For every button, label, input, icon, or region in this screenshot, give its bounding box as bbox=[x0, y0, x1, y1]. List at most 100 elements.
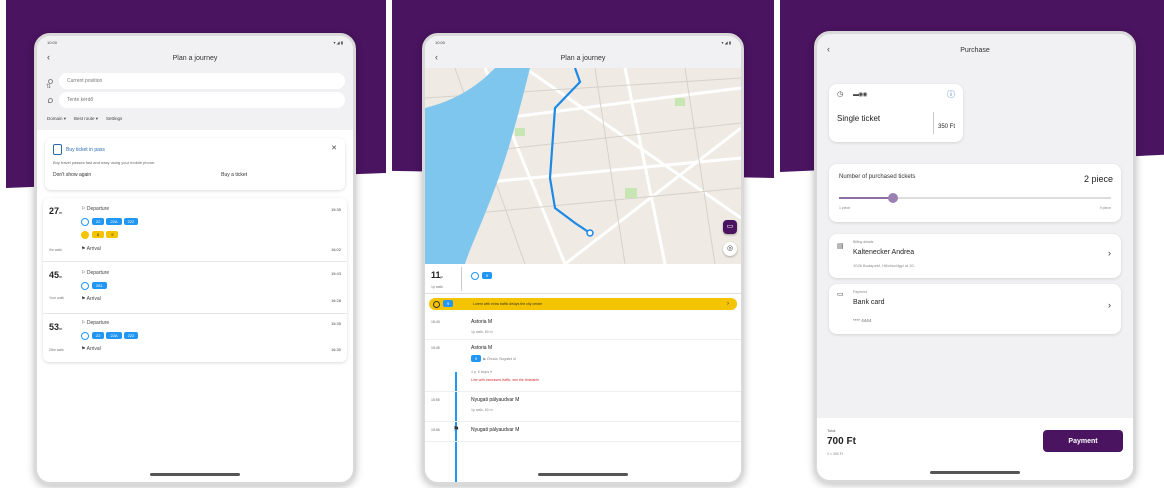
billing-address: 1026 Budapest, Hűvösvölgyi út 20. bbox=[853, 263, 915, 268]
chevron-right-icon: › bbox=[727, 301, 729, 307]
to-placeholder: Tente kérdő bbox=[67, 97, 94, 103]
back-arrow-icon[interactable]: ‹ bbox=[47, 52, 50, 62]
line-chip: 9 bbox=[471, 355, 482, 362]
option-best-route[interactable]: Best route ▾ bbox=[74, 116, 98, 122]
status-icons: ▾ ◢ ▮ bbox=[721, 39, 731, 45]
leg-stop: Astoria M bbox=[471, 345, 493, 351]
from-field[interactable]: Current position bbox=[48, 73, 345, 89]
billing-label: Billing details bbox=[853, 240, 874, 244]
card-icon: ▭ bbox=[837, 291, 844, 298]
back-arrow-icon[interactable]: ‹ bbox=[827, 44, 830, 54]
tram-icon bbox=[81, 231, 89, 239]
bus-icon bbox=[81, 282, 89, 290]
chevron-right-icon: › bbox=[1108, 248, 1111, 258]
line-chip: 222 bbox=[123, 218, 139, 226]
map-graphic bbox=[425, 68, 741, 264]
leg-stop: Astoria M bbox=[471, 319, 493, 325]
to-field[interactable]: ⇅ Tente kérdő bbox=[46, 84, 345, 108]
warning-line-icons: 9 bbox=[433, 300, 455, 308]
departure-time: 15:35 bbox=[330, 321, 341, 326]
promo-title: Buy ticket in pass bbox=[66, 146, 105, 153]
tram-row: 89 bbox=[81, 231, 120, 239]
quantity-slider-track[interactable] bbox=[839, 193, 1111, 203]
chevron-right-icon: › bbox=[1108, 300, 1111, 310]
option-settings[interactable]: Settings bbox=[106, 116, 122, 122]
route-item[interactable]: 53m 28m walk ⚐ Departure 15:35 22 22A 222 … bbox=[43, 314, 347, 362]
arrival-time: 16:28 bbox=[330, 298, 341, 303]
route-duration: 45m bbox=[49, 270, 63, 280]
leg-stop: Nyugati pályaudvar M bbox=[471, 427, 520, 433]
close-icon[interactable]: ✕ bbox=[331, 144, 337, 152]
ticket-icon bbox=[53, 144, 62, 155]
route-map[interactable]: ▭ ◎ bbox=[425, 68, 741, 264]
buy-ticket-button[interactable]: Buy a ticket bbox=[221, 172, 247, 178]
line-chip: 22 bbox=[92, 332, 105, 340]
promo-description: Buy travel passes fast and easy using yo… bbox=[53, 160, 156, 165]
leg-line: 9 ▶ Óbuda, Bogdáni út bbox=[471, 355, 516, 362]
divider bbox=[933, 112, 934, 134]
warning-text: Lorem with extra traffic delays the city… bbox=[473, 302, 543, 306]
bus-icon bbox=[81, 218, 89, 226]
billing-name: Kaltenecker Andrea bbox=[853, 249, 915, 256]
bus-row: 281 bbox=[81, 282, 109, 290]
leg-item[interactable]: 15:55 Nyugati pályaudvar M 1p walk, 50 m bbox=[425, 392, 741, 422]
status-bar: 10:00 ▾ ◢ ▮ bbox=[37, 36, 353, 48]
back-arrow-icon[interactable]: ‹ bbox=[435, 52, 438, 62]
leg-item[interactable]: 15:45 Astoria M 9 ▶ Óbuda, Bogdáni út 4 p… bbox=[425, 340, 741, 392]
route-duration: 53m bbox=[49, 322, 63, 332]
page-title: Plan a journey bbox=[560, 54, 606, 62]
departure-row: ⚐ Departure bbox=[81, 320, 110, 326]
bus-icon bbox=[81, 332, 89, 340]
option-domain[interactable]: Domain ▾ bbox=[47, 116, 66, 122]
line-chip: 22 bbox=[92, 218, 105, 226]
departure-time: 15:35 bbox=[330, 207, 341, 212]
summary-legs: 9 bbox=[471, 272, 494, 280]
app-bar: ‹ Plan a journey bbox=[37, 48, 353, 68]
quantity-label: Number of purchased tickets bbox=[839, 174, 916, 180]
screenshot-panel-1: 10:00 ▾ ◢ ▮ ‹ Plan a journey Current pos… bbox=[6, 0, 386, 488]
dont-show-again-button[interactable]: Don't show again bbox=[53, 172, 91, 178]
route-item[interactable]: 27m 9m walk ⚐ Departure 15:35 22 22A 222 8… bbox=[43, 198, 347, 262]
leg-time: 15:56 bbox=[431, 428, 440, 432]
tickets-fab-icon[interactable]: ▭ bbox=[723, 220, 737, 234]
line-chip: 222 bbox=[123, 332, 139, 340]
home-indicator bbox=[538, 473, 628, 476]
leg-stops-note[interactable]: 4 p, 5 stops ▾ bbox=[471, 370, 492, 374]
leg-item[interactable]: 15:43 Astoria M 1p walk, 80 m bbox=[425, 314, 741, 340]
swap-icon[interactable]: ⇅ bbox=[46, 83, 51, 90]
line-chip: 8 bbox=[92, 231, 105, 239]
route-duration: 27m bbox=[49, 206, 63, 216]
tram-icon bbox=[433, 300, 440, 308]
leg-sub: 1p walk, 80 m bbox=[471, 330, 493, 334]
tram-icon bbox=[471, 272, 479, 280]
quantity-card: Number of purchased tickets 2 piece 1 pi… bbox=[829, 164, 1121, 222]
home-indicator bbox=[150, 473, 240, 476]
tablet-frame: 10:00 ▾ ◢ ▮ ‹ Plan a journey ▭ ◎ 11p 1p … bbox=[422, 33, 744, 485]
traffic-warning[interactable]: 9 Lorem with extra traffic delays the ci… bbox=[429, 298, 737, 310]
screenshot-panel-2: 10:00 ▾ ◢ ▮ ‹ Plan a journey ▭ ◎ 11p 1p … bbox=[392, 0, 774, 488]
slider-max-label: 9 piece bbox=[1099, 206, 1111, 210]
arrival-time: 16:30 bbox=[330, 347, 341, 352]
leg-direction: ▶ Óbuda, Bogdáni út bbox=[483, 357, 517, 361]
quantity-slider-fill bbox=[839, 197, 894, 199]
billing-card[interactable]: ▤ Billing details Kaltenecker Andrea 102… bbox=[829, 234, 1121, 278]
info-icon[interactable]: ⓘ bbox=[947, 89, 955, 100]
leg-alert: Line with increased traffic, see the tim… bbox=[471, 378, 540, 382]
status-bar: 10:00 ▾ ◢ ▮ bbox=[425, 36, 741, 48]
tablet-frame: 10:00 ▾ ◢ ▮ ‹ Plan a journey Current pos… bbox=[34, 33, 356, 485]
route-item[interactable]: 45m Your walk ⚐ Departure 15:43 281 ⚑ Ar… bbox=[43, 262, 347, 314]
arrival-row: ⚑ Arrival bbox=[81, 246, 101, 252]
payment-button[interactable]: Payment bbox=[1043, 430, 1123, 452]
total-value: 700 Ft bbox=[827, 436, 856, 447]
locate-icon[interactable]: ◎ bbox=[723, 242, 737, 256]
arrival-row: ⚑ Arrival bbox=[81, 346, 101, 352]
payment-card[interactable]: ▭ Payment Bank card **** 4444 › bbox=[829, 284, 1121, 334]
page-title: Plan a journey bbox=[172, 54, 218, 62]
leg-item[interactable]: 15:56 ⚑ Nyugati pályaudvar M bbox=[425, 422, 741, 442]
quantity-slider-thumb[interactable] bbox=[888, 193, 899, 203]
screenshot-panel-3: ‹ Purchase ◷ ▬◉◉ ⓘ Single ticket 350 Ft … bbox=[780, 0, 1164, 488]
payment-label: Payment bbox=[853, 290, 867, 294]
ticket-name: Single ticket bbox=[837, 114, 881, 123]
home-indicator bbox=[930, 471, 1020, 474]
route-walk: 28m walk bbox=[49, 348, 64, 352]
